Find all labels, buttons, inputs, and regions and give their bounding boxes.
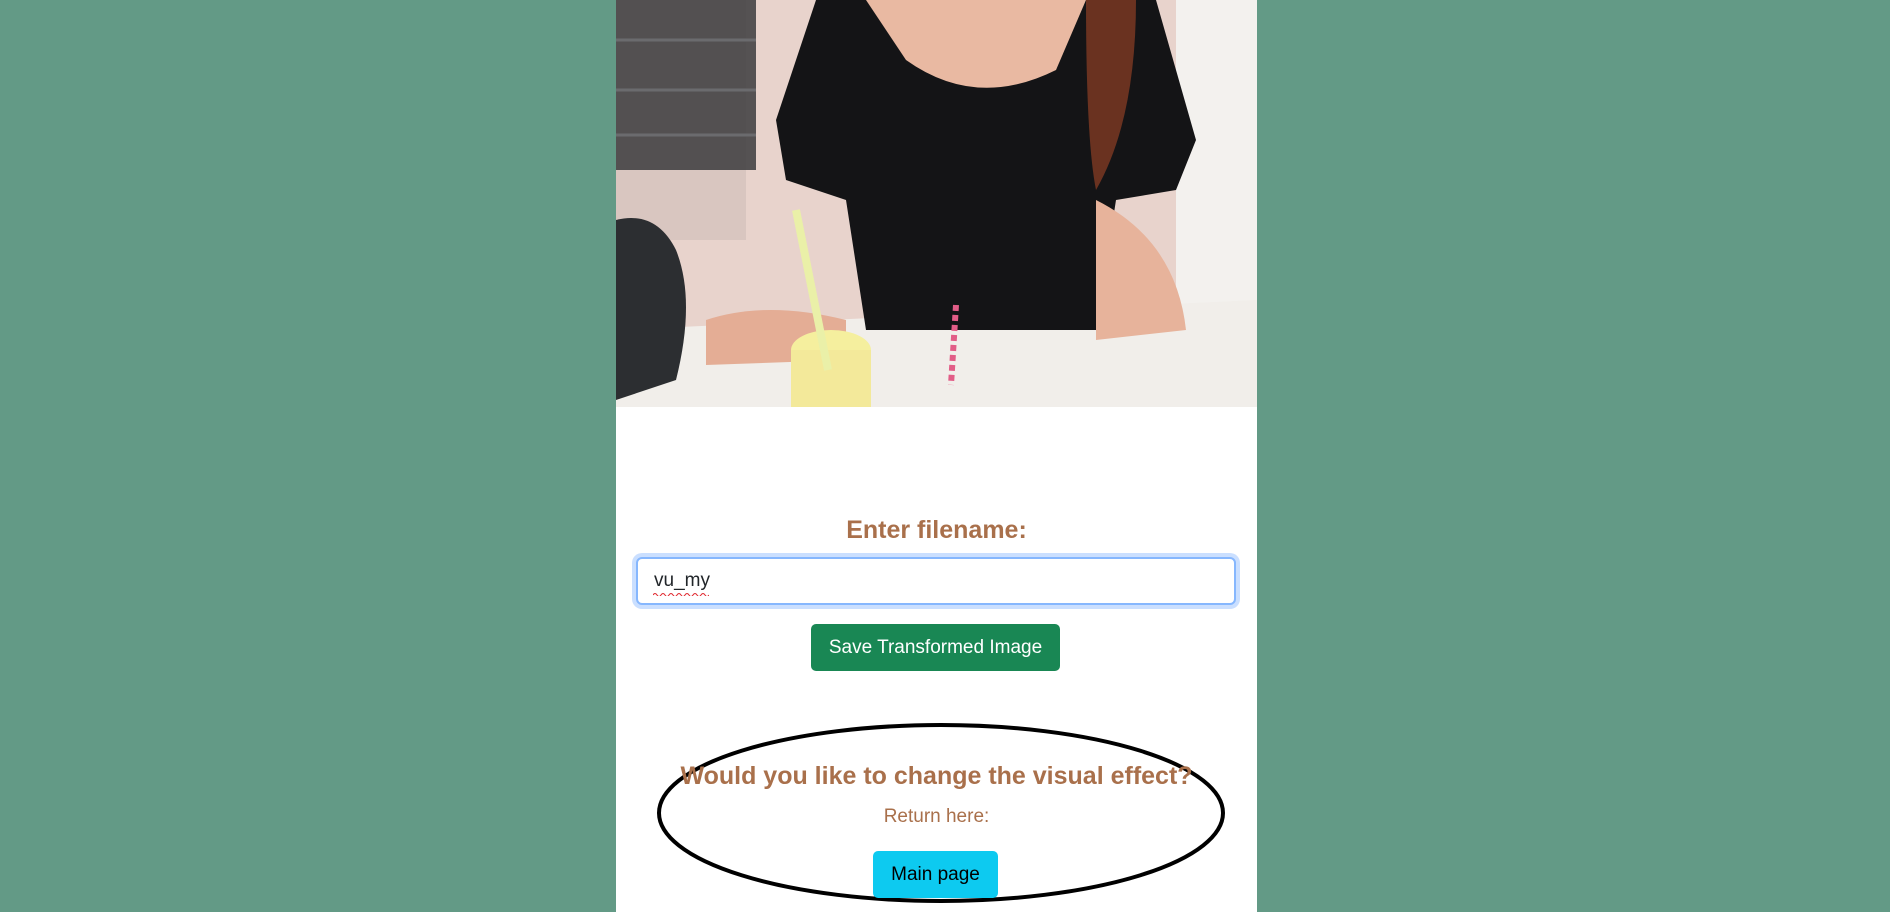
change-effect-question: Would you like to change the visual effe… — [680, 762, 1193, 790]
content-panel: Enter filename: Save Transformed Image W… — [616, 0, 1257, 912]
return-here-text: Return here: — [883, 806, 990, 827]
main-page-button[interactable]: Main page — [873, 851, 998, 898]
spellcheck-underline — [653, 593, 709, 596]
filename-label: Enter filename: — [846, 516, 1027, 544]
filename-input[interactable] — [636, 557, 1236, 605]
transformed-photo — [616, 0, 1257, 407]
save-transformed-image-button[interactable]: Save Transformed Image — [811, 624, 1060, 671]
